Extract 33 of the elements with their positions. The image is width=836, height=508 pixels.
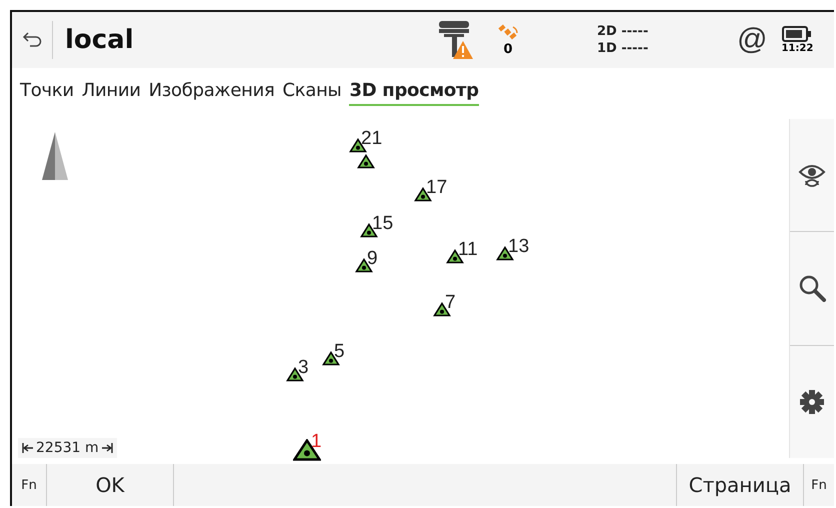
point-label: 9 xyxy=(367,249,378,268)
back-icon[interactable] xyxy=(22,30,42,50)
connection-symbol[interactable]: @ xyxy=(737,23,768,57)
scale-start-icon xyxy=(22,442,34,454)
clock-time: 11:22 xyxy=(781,43,814,55)
view-tab[interactable]: Линии xyxy=(82,76,141,106)
ok-button[interactable]: OK xyxy=(47,464,174,506)
survey-point-icon[interactable] xyxy=(357,154,375,168)
scale-label: 22531 m xyxy=(36,440,99,456)
point-label: 3 xyxy=(298,358,309,377)
battery-icon xyxy=(782,25,812,43)
function-key[interactable]: Fn xyxy=(804,464,834,506)
point-label: 7 xyxy=(445,293,456,312)
screen-title: local xyxy=(65,25,135,55)
scale-end-icon xyxy=(100,442,113,454)
point-label: 13 xyxy=(508,237,530,256)
function-key[interactable]: Fn xyxy=(12,464,47,506)
point-label: 15 xyxy=(372,214,394,233)
point-label: 21 xyxy=(361,129,382,148)
page-button[interactable]: Страница xyxy=(676,464,804,506)
north-arrow-icon xyxy=(40,132,70,182)
point-label: 1 xyxy=(311,432,322,451)
status-1d: 1D ----- xyxy=(597,40,650,57)
satellite-count: 0 xyxy=(503,43,513,57)
point-label: 11 xyxy=(458,240,478,259)
point-label: 17 xyxy=(426,178,448,197)
settings-icon[interactable] xyxy=(799,388,825,415)
status-2d: 2D ----- xyxy=(597,23,650,40)
view-tab[interactable]: Сканы xyxy=(282,76,342,106)
view-tab[interactable]: Изображения xyxy=(148,76,275,106)
point-label: 5 xyxy=(334,342,345,361)
view-tab[interactable]: Точки xyxy=(20,76,74,106)
search-icon[interactable] xyxy=(798,274,826,302)
